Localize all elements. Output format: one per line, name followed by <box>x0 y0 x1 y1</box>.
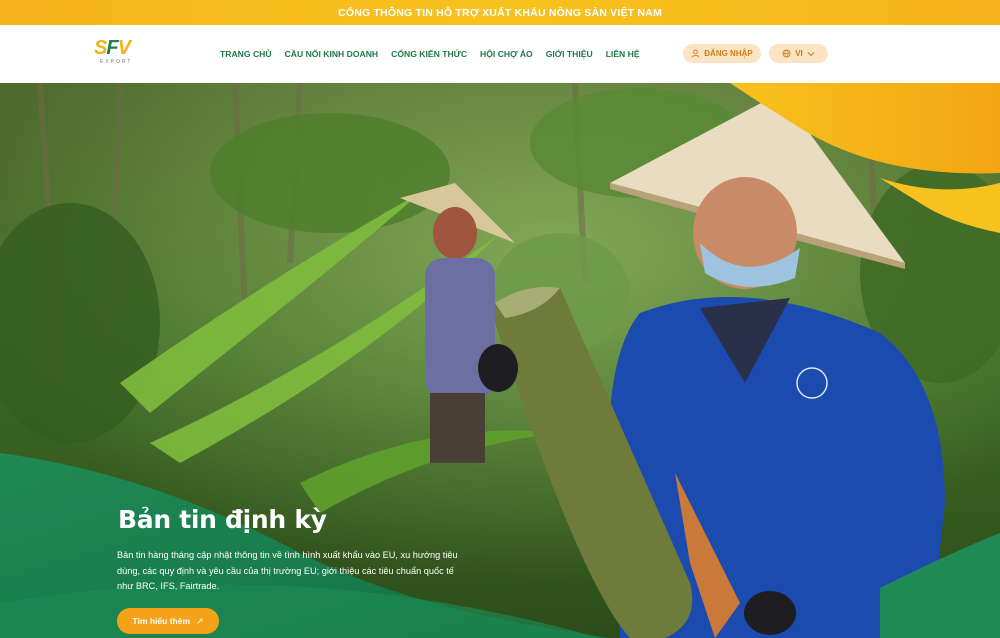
hero-title: Bản tin định kỳ <box>118 505 327 534</box>
arrow-up-right-icon: ↗ <box>196 615 204 626</box>
nav-item-home[interactable]: TRANG CHỦ <box>220 49 272 59</box>
login-button[interactable]: ĐĂNG NHẬP <box>683 44 761 63</box>
nav-item-knowledge-portal[interactable]: CỔNG KIẾN THỨC <box>391 49 467 59</box>
top-announcement-bar: CỔNG THÔNG TIN HỖ TRỢ XUẤT KHẨU NÔNG SẢN… <box>0 0 1000 25</box>
main-nav: TRANG CHỦ CẦU NỐI KINH DOANH CỔNG KIẾN T… <box>220 25 640 83</box>
nav-item-business-bridge[interactable]: CẦU NỐI KINH DOANH <box>285 49 379 59</box>
login-label: ĐĂNG NHẬP <box>704 49 753 58</box>
site-logo[interactable]: SFV EXPORT <box>94 38 140 70</box>
language-label: VI <box>795 49 803 58</box>
learn-more-button[interactable]: Tìm hiểu thêm ↗ <box>117 608 219 634</box>
user-icon <box>691 49 700 58</box>
nav-item-contact[interactable]: LIÊN HỆ <box>606 49 640 59</box>
logo-subtitle: EXPORT <box>100 59 133 65</box>
nav-item-virtual-fair[interactable]: HỘI CHỢ ẢO <box>480 49 533 59</box>
announcement-text: CỔNG THÔNG TIN HỖ TRỢ XUẤT KHẨU NÔNG SẢN… <box>338 6 662 19</box>
nav-item-about[interactable]: GIỚI THIỆU <box>546 49 593 59</box>
globe-icon <box>782 49 791 58</box>
hero-banner: Bản tin định kỳ Bản tin hàng tháng cập n… <box>0 83 1000 638</box>
site-header: SFV EXPORT TRANG CHỦ CẦU NỐI KINH DOANH … <box>0 25 1000 83</box>
chevron-down-icon <box>807 51 815 56</box>
hero-description: Bản tin hàng tháng cập nhật thông tin về… <box>117 550 458 591</box>
language-selector[interactable]: VI <box>769 44 828 63</box>
learn-more-label: Tìm hiểu thêm <box>132 616 191 626</box>
